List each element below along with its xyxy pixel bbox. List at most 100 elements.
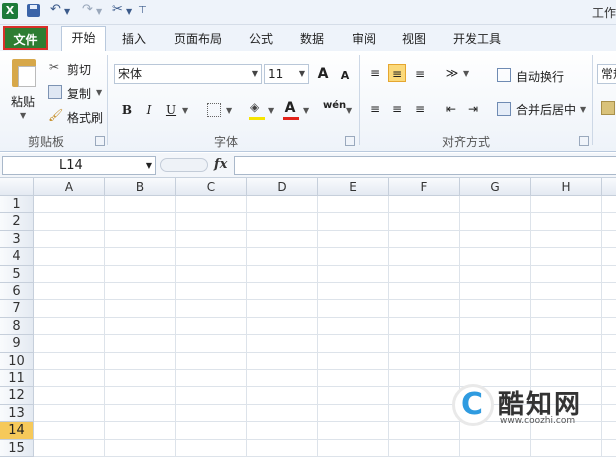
paste-button[interactable]: 粘贴 bbox=[11, 93, 35, 110]
copy-button[interactable]: 复制 bbox=[67, 85, 91, 102]
alignment-launcher-icon[interactable] bbox=[579, 136, 589, 146]
gridline bbox=[34, 334, 616, 336]
clipboard-launcher-icon[interactable] bbox=[95, 136, 105, 146]
align-bottom-icon[interactable]: ≡ bbox=[411, 65, 429, 83]
increase-indent-icon[interactable]: ⇥ bbox=[464, 100, 482, 118]
border-icon[interactable] bbox=[207, 103, 221, 117]
row-header-15[interactable]: 15 bbox=[0, 439, 34, 457]
align-left-icon[interactable]: ≡ bbox=[366, 100, 384, 118]
column-header-partial[interactable] bbox=[602, 178, 616, 196]
column-header-e[interactable]: E bbox=[318, 178, 389, 196]
align-right-icon[interactable]: ≡ bbox=[411, 100, 429, 118]
row-header-5[interactable]: 5 bbox=[0, 265, 34, 283]
number-format-select[interactable]: 常规 bbox=[597, 64, 616, 84]
row-header-7[interactable]: 7 bbox=[0, 300, 34, 318]
format-painter-icon[interactable]: 🖌 bbox=[48, 108, 63, 122]
row-header-12[interactable]: 12 bbox=[0, 387, 34, 405]
column-header-g[interactable]: G bbox=[460, 178, 531, 196]
merge-dropdown-icon[interactable]: ▼ bbox=[580, 105, 586, 114]
row-header-6[interactable]: 6 bbox=[0, 283, 34, 301]
column-header-c[interactable]: C bbox=[176, 178, 247, 196]
font-color-dropdown-icon[interactable]: ▼ bbox=[303, 106, 309, 115]
paste-icon[interactable] bbox=[12, 59, 36, 87]
decrease-indent-icon[interactable]: ⇤ bbox=[442, 100, 460, 118]
column-header-b[interactable]: B bbox=[105, 178, 176, 196]
font-color-button[interactable]: A bbox=[281, 99, 299, 117]
redo-dropdown-icon[interactable]: ▼ bbox=[96, 7, 102, 16]
customize-qat-icon[interactable]: ⊤ bbox=[138, 5, 147, 16]
tools-icon[interactable]: ✂ bbox=[112, 2, 123, 17]
tab-data[interactable]: 数据 bbox=[300, 29, 324, 49]
font-size-select[interactable]: 11 ▼ bbox=[264, 64, 309, 84]
align-middle-icon[interactable]: ≡ bbox=[388, 64, 406, 82]
copy-icon[interactable] bbox=[48, 85, 62, 99]
gridline bbox=[34, 264, 616, 266]
tab-formulas[interactable]: 公式 bbox=[249, 29, 273, 49]
row-header-9[interactable]: 9 bbox=[0, 335, 34, 353]
border-dropdown-icon[interactable]: ▼ bbox=[226, 106, 232, 115]
row-header-2[interactable]: 2 bbox=[0, 213, 34, 231]
grow-font-button[interactable]: A bbox=[314, 65, 332, 83]
wrap-text-button[interactable]: 自动换行 bbox=[516, 68, 564, 85]
formula-input[interactable] bbox=[234, 156, 616, 175]
wrap-text-icon[interactable] bbox=[497, 68, 511, 82]
gridline bbox=[34, 369, 616, 370]
copy-dropdown-icon[interactable]: ▼ bbox=[96, 88, 102, 97]
row-header-3[interactable]: 3 bbox=[0, 230, 34, 249]
merge-center-button[interactable]: 合并后居中 bbox=[516, 101, 576, 118]
align-top-icon[interactable]: ≡ bbox=[366, 64, 384, 82]
clipboard-group-label: 剪贴板 bbox=[28, 135, 65, 149]
cut-button[interactable]: 剪切 bbox=[67, 61, 91, 78]
currency-format-icon[interactable] bbox=[601, 101, 615, 115]
orientation-dropdown-icon[interactable]: ▼ bbox=[463, 69, 469, 78]
tools-dropdown-icon[interactable]: ▼ bbox=[126, 7, 132, 16]
bold-button[interactable]: B bbox=[118, 101, 136, 119]
gridline bbox=[104, 196, 105, 457]
tab-review[interactable]: 审阅 bbox=[352, 29, 376, 49]
select-all-corner[interactable] bbox=[0, 178, 34, 196]
fill-dropdown-icon[interactable]: ▼ bbox=[268, 106, 274, 115]
fill-color-icon[interactable]: ◈ bbox=[250, 100, 259, 114]
undo-dropdown-icon[interactable]: ▼ bbox=[64, 7, 70, 16]
paste-dropdown-icon[interactable]: ▼ bbox=[20, 111, 26, 120]
row-header-14[interactable]: 14 bbox=[0, 422, 34, 440]
coozhi-logo-icon bbox=[452, 384, 494, 426]
column-header-h[interactable]: H bbox=[531, 178, 602, 196]
tab-developer[interactable]: 开发工具 bbox=[453, 29, 501, 49]
format-painter-button[interactable]: 格式刷 bbox=[67, 109, 103, 126]
column-header-d[interactable]: D bbox=[247, 178, 318, 196]
row-header-4[interactable]: 4 bbox=[0, 248, 34, 266]
font-launcher-icon[interactable] bbox=[345, 136, 355, 146]
cut-icon[interactable]: ✂ bbox=[49, 60, 59, 74]
undo-icon[interactable]: ↶ bbox=[50, 2, 61, 17]
save-icon[interactable] bbox=[27, 4, 40, 17]
align-center-icon[interactable]: ≡ bbox=[388, 100, 406, 118]
tab-insert[interactable]: 插入 bbox=[122, 29, 146, 49]
gridline bbox=[388, 196, 389, 457]
row-header-13[interactable]: 13 bbox=[0, 404, 34, 423]
row-header-10[interactable]: 10 bbox=[0, 352, 34, 370]
italic-button[interactable]: I bbox=[140, 101, 158, 119]
row-header-8[interactable]: 8 bbox=[0, 317, 34, 336]
tab-file[interactable]: 文件 bbox=[3, 26, 48, 50]
orientation-icon[interactable]: ≫ bbox=[443, 64, 461, 82]
formula-bar-splitter[interactable] bbox=[160, 158, 208, 172]
row-header-11[interactable]: 11 bbox=[0, 370, 34, 388]
tab-view[interactable]: 视图 bbox=[402, 29, 426, 49]
tab-home[interactable]: 开始 bbox=[61, 26, 106, 51]
name-box[interactable]: L14 ▼ bbox=[2, 156, 156, 175]
phonetic-button[interactable]: wén bbox=[323, 100, 346, 111]
font-name-select[interactable]: 宋体 ▼ bbox=[114, 64, 262, 84]
column-header-f[interactable]: F bbox=[389, 178, 460, 196]
merge-center-icon[interactable] bbox=[497, 102, 511, 116]
shrink-font-button[interactable]: A bbox=[336, 67, 354, 85]
insert-function-button[interactable]: fx bbox=[214, 157, 227, 172]
tab-page-layout[interactable]: 页面布局 bbox=[174, 29, 222, 49]
underline-button[interactable]: U bbox=[162, 101, 180, 119]
row-header-1[interactable]: 1 bbox=[0, 196, 34, 214]
chevron-down-icon: ▼ bbox=[145, 161, 152, 170]
redo-icon[interactable]: ↷ bbox=[82, 2, 93, 17]
column-header-a[interactable]: A bbox=[34, 178, 105, 196]
phonetic-dropdown-icon[interactable]: ▼ bbox=[346, 106, 352, 115]
underline-dropdown-icon[interactable]: ▼ bbox=[182, 106, 188, 115]
